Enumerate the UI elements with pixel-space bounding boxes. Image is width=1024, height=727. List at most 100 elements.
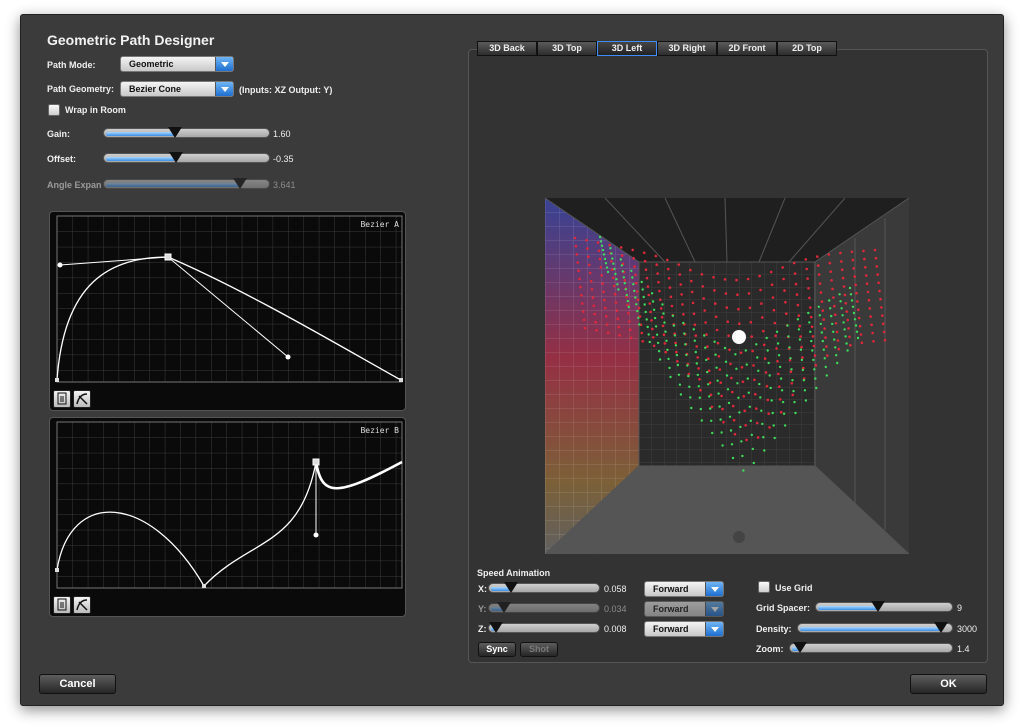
point-cloud-dot xyxy=(598,235,602,239)
point-cloud-dot xyxy=(588,263,591,267)
point-cloud-dot xyxy=(662,312,665,315)
point-cloud-dot xyxy=(651,327,654,331)
point-cloud-dot xyxy=(818,282,822,285)
wrap-in-room-checkbox[interactable] xyxy=(48,104,60,116)
tab-3d-top[interactable]: 3D Top xyxy=(537,41,597,56)
tab-2d-front[interactable]: 2D Front xyxy=(717,41,777,56)
tab-3d-right[interactable]: 3D Right xyxy=(657,41,717,56)
bezier-a-control-point[interactable] xyxy=(57,262,63,268)
path-mode-label: Path Mode: xyxy=(47,60,96,70)
ok-button[interactable]: OK xyxy=(910,674,987,694)
speed-x-slider-thumb[interactable] xyxy=(504,582,519,593)
point-cloud-dot xyxy=(645,318,648,321)
point-cloud-dot xyxy=(622,276,625,279)
point-cloud-dot xyxy=(791,393,794,397)
point-cloud-dot xyxy=(687,372,691,376)
grid-spacer-slider-thumb[interactable] xyxy=(870,601,885,612)
document-icon[interactable] xyxy=(53,596,71,614)
wrap-in-room-label: Wrap in Room xyxy=(65,105,126,115)
point-cloud-dot xyxy=(838,293,841,296)
point-cloud-dot xyxy=(781,400,785,404)
cancel-button[interactable]: Cancel xyxy=(39,674,116,694)
point-cloud-dot xyxy=(851,305,855,308)
gain-value: 1.60 xyxy=(273,129,291,139)
curve-tool-icon[interactable] xyxy=(73,596,91,614)
point-cloud-dot xyxy=(831,322,834,326)
tab-2d-top[interactable]: 2D Top xyxy=(777,41,837,56)
speed-z-value: 0.008 xyxy=(604,624,627,634)
point-cloud-dot xyxy=(829,270,832,273)
point-cloud-dot xyxy=(786,324,789,327)
document-icon[interactable] xyxy=(53,390,71,408)
point-cloud-dot xyxy=(846,318,849,322)
grid-spacer-slider[interactable] xyxy=(815,601,953,612)
point-cloud-dot xyxy=(829,307,832,310)
offset-slider[interactable] xyxy=(103,152,270,163)
point-cloud-dot xyxy=(859,333,863,336)
point-cloud-dot xyxy=(629,336,633,340)
point-cloud-dot xyxy=(785,312,788,315)
speed-z-slider[interactable] xyxy=(488,622,600,633)
shot-button[interactable]: Shot xyxy=(520,642,558,657)
tab-3d-left[interactable]: 3D Left xyxy=(597,41,657,56)
point-cloud-dot xyxy=(820,300,824,303)
speed-y-slider[interactable] xyxy=(488,602,600,613)
point-cloud-dot xyxy=(648,340,651,344)
use-grid-checkbox[interactable] xyxy=(758,581,770,593)
bezier-a-anchor-point[interactable] xyxy=(164,253,172,261)
point-cloud-dot xyxy=(698,396,701,399)
point-cloud-dot xyxy=(614,301,618,304)
point-cloud-dot xyxy=(635,303,638,306)
bezier-a-canvas[interactable] xyxy=(50,212,405,410)
bezier-b-canvas[interactable] xyxy=(50,418,405,616)
bezier-b-anchor-point[interactable] xyxy=(55,568,59,572)
path-geometry-select[interactable]: Bezier Cone xyxy=(120,81,234,97)
angle-expansion-slider-thumb[interactable] xyxy=(232,178,247,189)
bezier-a-anchor-point[interactable] xyxy=(55,378,59,382)
bezier-a-control-point[interactable] xyxy=(285,354,291,360)
zoom-slider-thumb[interactable] xyxy=(793,642,808,653)
speed-x-value: 0.058 xyxy=(604,584,627,594)
speed-x-direction-select[interactable]: Forward xyxy=(644,581,724,597)
point-cloud-dot xyxy=(849,343,852,347)
curve-tool-icon[interactable] xyxy=(73,390,91,408)
tab-3d-back[interactable]: 3D Back xyxy=(477,41,537,56)
density-slider-thumb[interactable] xyxy=(934,622,948,633)
point-cloud-dot xyxy=(579,285,582,289)
point-cloud-dot xyxy=(769,386,772,390)
gain-slider[interactable] xyxy=(103,127,270,138)
point-cloud-dot xyxy=(740,366,744,369)
point-cloud-dot xyxy=(619,258,622,261)
point-cloud-dot xyxy=(850,299,854,302)
grid-spacer-label: Grid Spacer: xyxy=(756,603,811,613)
angle-expansion-slider[interactable] xyxy=(103,178,270,189)
point-cloud-dot xyxy=(812,344,816,348)
zoom-slider[interactable] xyxy=(789,642,953,653)
bezier-b-control-point[interactable] xyxy=(313,532,319,538)
point-cloud-dot xyxy=(620,264,623,267)
3d-viewport[interactable] xyxy=(545,198,909,554)
point-cloud-dot xyxy=(714,302,717,305)
bezier-b-anchor-point[interactable] xyxy=(312,458,320,466)
point-cloud-dot xyxy=(794,411,797,415)
speed-z-direction-select[interactable]: Forward xyxy=(644,621,724,637)
point-cloud-dot xyxy=(735,367,738,370)
speed-y-slider-thumb[interactable] xyxy=(496,602,511,613)
speed-x-slider[interactable] xyxy=(488,582,600,593)
bezier-a-anchor-point[interactable] xyxy=(399,378,403,382)
bezier-b-anchor-point[interactable] xyxy=(202,584,206,588)
speed-y-direction-select[interactable]: Forward xyxy=(644,601,724,617)
point-cloud-dot xyxy=(669,375,672,379)
path-mode-select[interactable]: Geometric xyxy=(120,56,234,72)
offset-slider-thumb[interactable] xyxy=(169,152,184,163)
point-cloud-dot xyxy=(574,244,578,248)
gain-slider-thumb[interactable] xyxy=(167,127,182,138)
point-cloud-dot xyxy=(725,374,729,377)
point-cloud-dot xyxy=(881,322,885,326)
point-cloud-dot xyxy=(868,307,872,310)
back-wall xyxy=(638,261,816,467)
density-slider[interactable] xyxy=(797,622,953,633)
sync-button[interactable]: Sync xyxy=(478,642,516,657)
grid-spacer-value: 9 xyxy=(957,603,963,613)
speed-z-slider-thumb[interactable] xyxy=(488,622,503,633)
